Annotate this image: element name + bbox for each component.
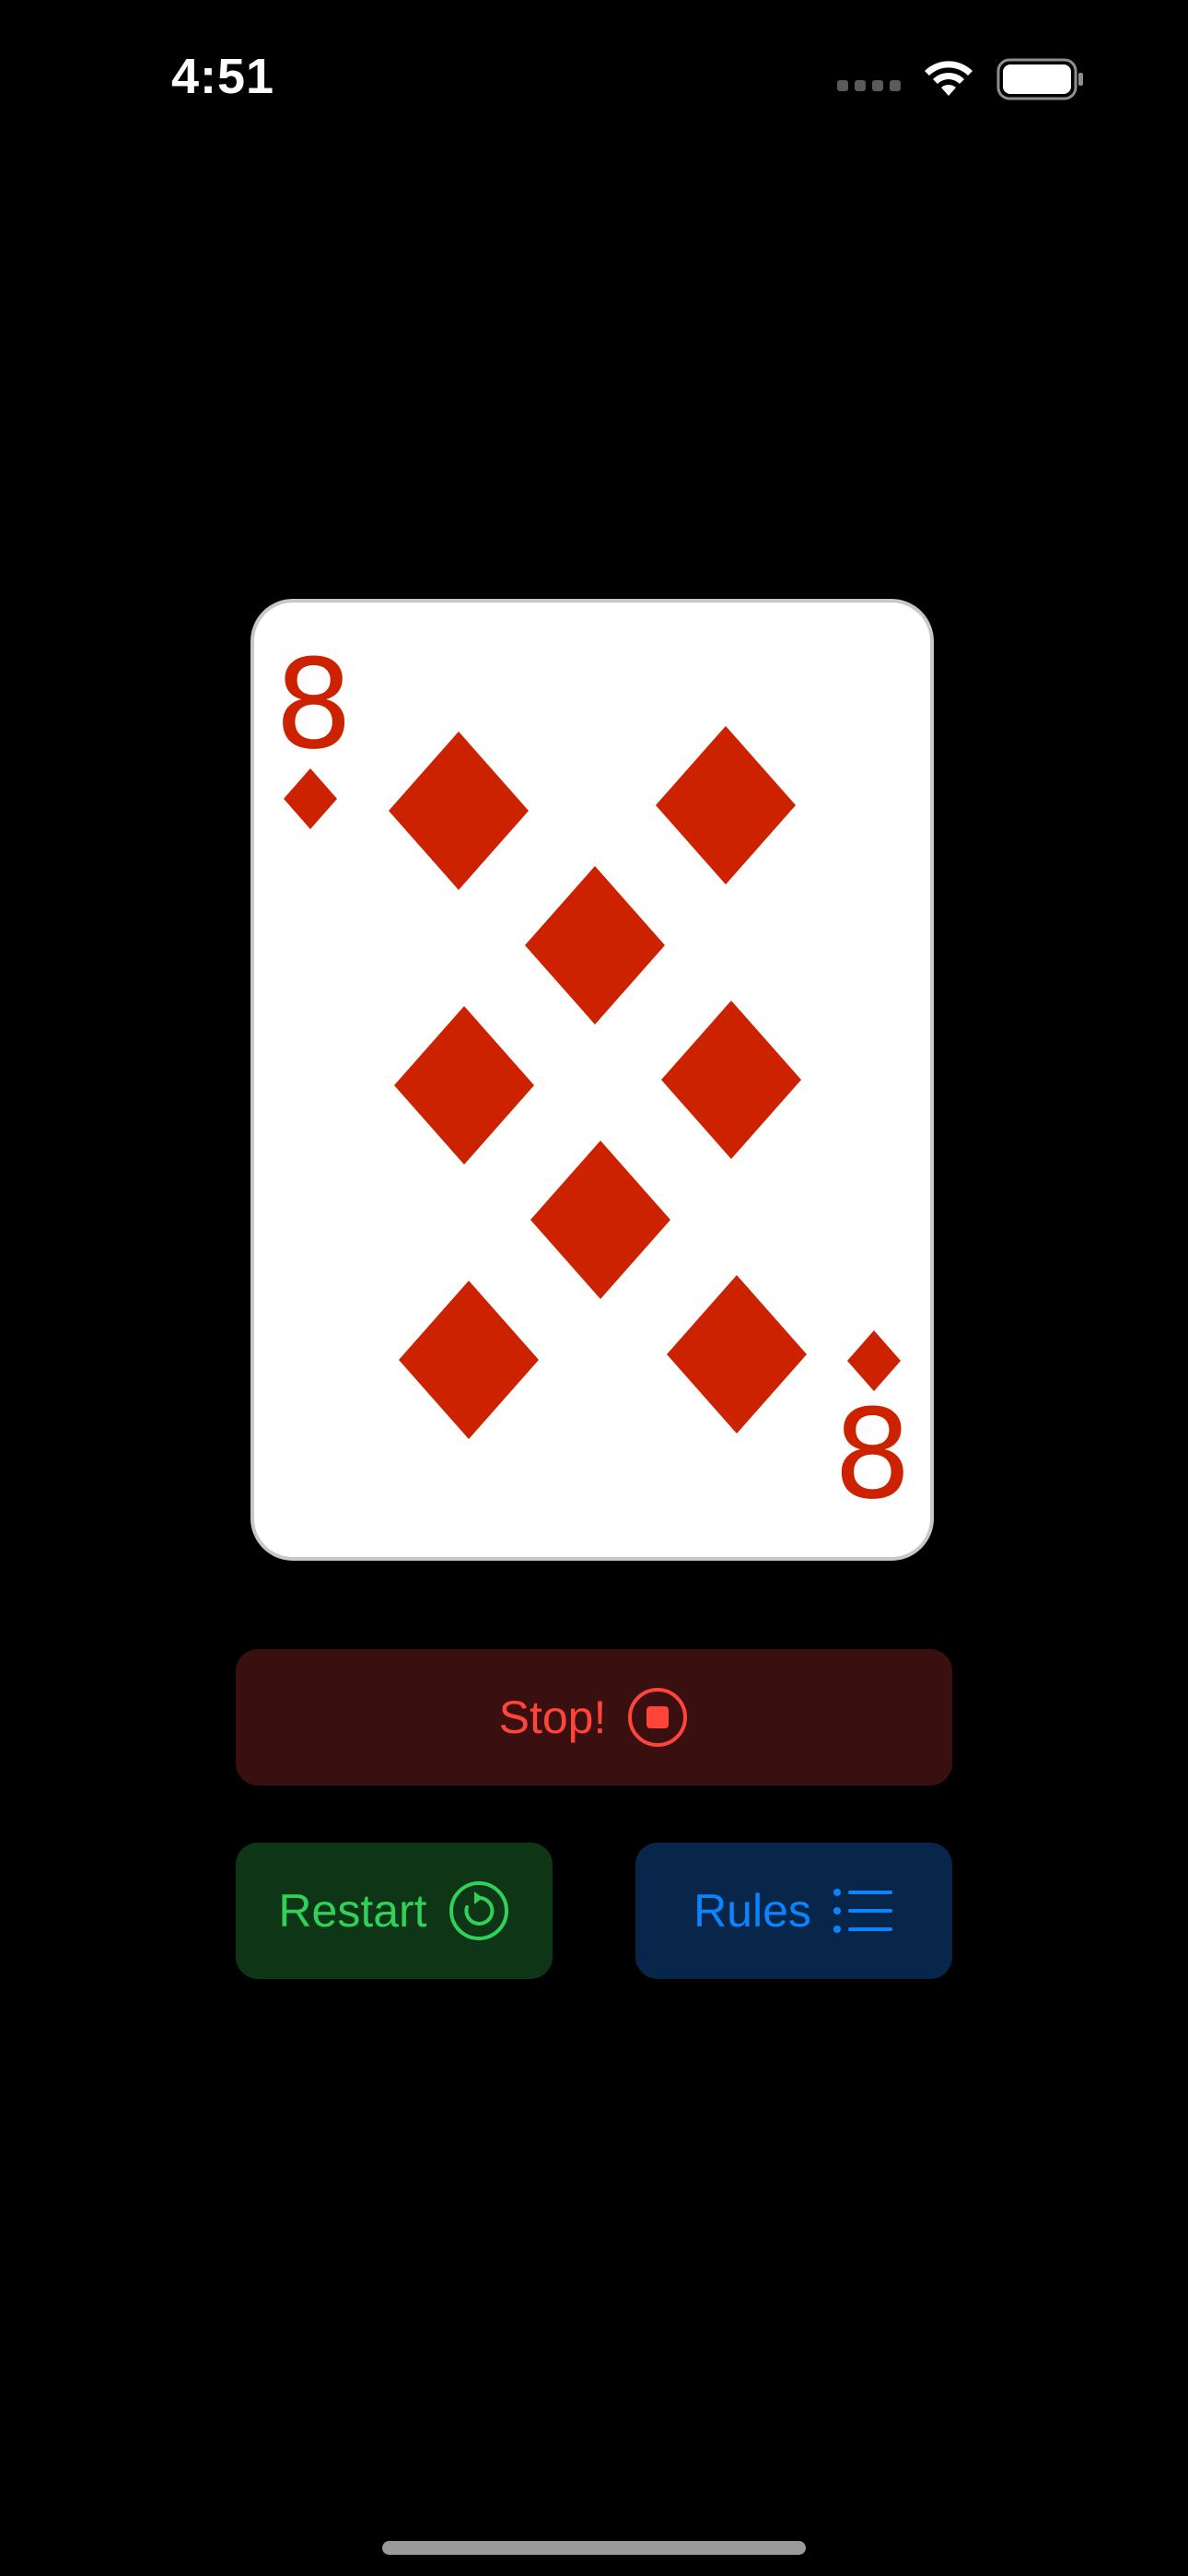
diamond-pip-icon <box>530 1141 670 1299</box>
restart-button-label: Restart <box>278 1885 427 1937</box>
stop-button-label: Stop! <box>498 1692 607 1743</box>
signal-dots-icon <box>837 80 901 91</box>
diamond-pip-icon <box>394 1006 534 1165</box>
status-time: 4:51 <box>171 49 275 104</box>
playing-card[interactable]: 8 8 <box>250 599 934 1561</box>
stop-circle-icon <box>628 1688 688 1747</box>
diamond-pip-icon <box>399 1281 539 1439</box>
home-indicator[interactable] <box>382 2541 806 2555</box>
rules-button-label: Rules <box>693 1885 811 1937</box>
game-screen: 4:51 8 8 Stop! Restart Rules <box>0 0 1188 2576</box>
diamond-small-icon <box>284 768 337 829</box>
diamond-pip-icon <box>525 866 665 1025</box>
diamond-pip-icon <box>661 1001 801 1159</box>
diamond-pip-icon <box>667 1275 807 1434</box>
diamond-pip-icon <box>389 732 529 890</box>
restart-button[interactable]: Restart <box>236 1843 553 1979</box>
battery-icon <box>996 58 1083 100</box>
stop-button[interactable]: Stop! <box>236 1649 952 1786</box>
card-rank-top: 8 <box>274 633 354 777</box>
status-icons <box>837 57 1085 101</box>
diamond-pip-icon <box>656 726 796 884</box>
wifi-icon <box>925 61 973 96</box>
card-rank-bottom: 8 <box>833 1383 912 1527</box>
rules-button[interactable]: Rules <box>635 1843 952 1979</box>
restart-circle-icon <box>448 1881 508 1940</box>
list-bullet-icon <box>833 1889 892 1933</box>
